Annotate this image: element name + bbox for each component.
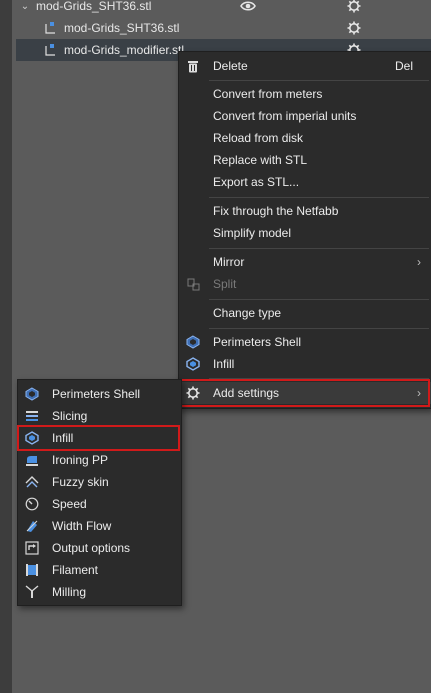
context-menu: Delete Del Convert from meters Convert f… [178,51,431,409]
menu-item-label: Reload from disk [213,131,304,145]
trash-icon [186,59,200,73]
menu-item-split: Split [179,273,431,295]
menu-separator [209,299,429,300]
submenu-item-infill[interactable]: Infill [18,427,181,449]
gear-icon[interactable] [346,0,362,14]
filament-icon [25,563,39,577]
menu-item-add-settings[interactable]: Add settings › [179,382,431,404]
menu-item-label: Filament [52,563,99,577]
menu-separator [209,197,429,198]
submenu-item-ironing-pp[interactable]: Ironing PP [18,449,181,471]
menu-item-change-type[interactable]: Change type [179,302,431,324]
menu-item-export-as-stl[interactable]: Export as STL... [179,171,431,193]
tree-row-object[interactable]: ⌄ mod-Grids_SHT36.stl [16,0,431,17]
menu-item-label: Milling [52,585,87,599]
speed-icon [25,497,39,511]
milling-icon [25,585,39,599]
menu-item-label: Infill [213,357,235,371]
part-icon [44,21,58,35]
tree-item-label: mod-Grids_modifier.stl [64,43,185,57]
gear-icon [186,386,200,400]
menu-item-infill[interactable]: Infill [179,353,431,375]
menu-item-label: Mirror [213,255,245,269]
menu-separator [209,248,429,249]
menu-item-simplify-model[interactable]: Simplify model [179,222,431,244]
shortcut-label: Del [394,59,413,73]
menu-item-label: Ironing PP [52,453,109,467]
output-options-icon [25,541,39,555]
menu-item-label: Fix through the Netfabb [213,204,339,218]
menu-item-label: Add settings [213,386,280,400]
split-icon [186,277,200,291]
menu-item-label: Convert from meters [213,87,323,101]
menu-item-perimeters-shell[interactable]: Perimeters Shell [179,331,431,353]
menu-item-label: Delete [213,59,248,73]
eye-icon[interactable] [240,0,256,14]
menu-item-label: Replace with STL [213,153,308,167]
menu-item-label: Export as STL... [213,175,300,189]
perimeters-icon [186,335,200,349]
submenu-item-perimeters-shell[interactable]: Perimeters Shell [18,383,181,405]
menu-item-label: Simplify model [213,226,292,240]
fuzzy-skin-icon [25,475,39,489]
menu-item-label: Slicing [52,409,88,423]
tree-row-part[interactable]: mod-Grids_SHT36.stl [16,17,431,39]
submenu-item-output-options[interactable]: Output options [18,537,181,559]
menu-item-delete[interactable]: Delete Del [179,55,431,77]
submenu-item-fuzzy-skin[interactable]: Fuzzy skin [18,471,181,493]
chevron-right-icon: › [417,255,421,269]
width-flow-icon [25,519,39,533]
menu-separator [209,378,429,379]
ironing-icon [25,453,39,467]
submenu-item-speed[interactable]: Speed [18,493,181,515]
add-settings-submenu: Perimeters Shell Slicing Infill Ironing … [17,379,182,606]
menu-item-reload-from-disk[interactable]: Reload from disk [179,127,431,149]
menu-item-mirror[interactable]: Mirror › [179,251,431,273]
submenu-item-filament[interactable]: Filament [18,559,181,581]
menu-item-label: Change type [213,306,282,320]
slicing-icon [25,409,39,423]
submenu-item-width-flow[interactable]: Width Flow [18,515,181,537]
menu-separator [209,328,429,329]
tree-item-label: mod-Grids_SHT36.stl [36,0,152,13]
infill-icon [186,357,200,371]
menu-item-label: Speed [52,497,87,511]
perimeters-icon [25,387,39,401]
infill-icon [25,431,39,445]
menu-item-label: Width Flow [52,519,112,533]
chevron-right-icon: › [417,386,421,400]
menu-item-label: Perimeters Shell [213,335,302,349]
menu-item-convert-from-meters[interactable]: Convert from meters [179,83,431,105]
menu-item-label: Output options [52,541,131,555]
menu-item-fix-netfabb[interactable]: Fix through the Netfabb [179,200,431,222]
submenu-item-milling[interactable]: Milling [18,581,181,603]
menu-item-label: Infill [52,431,74,445]
modifier-icon [44,43,58,57]
menu-item-label: Convert from imperial units [213,109,357,123]
chevron-down-icon[interactable]: ⌄ [20,1,30,12]
menu-item-label: Split [213,277,237,291]
submenu-item-slicing[interactable]: Slicing [18,405,181,427]
menu-item-label: Fuzzy skin [52,475,109,489]
menu-item-replace-with-stl[interactable]: Replace with STL [179,149,431,171]
menu-separator [209,80,429,81]
gear-icon[interactable] [346,20,362,36]
tree-item-label: mod-Grids_SHT36.stl [64,21,180,35]
menu-item-label: Perimeters Shell [52,387,141,401]
menu-item-convert-from-imperial[interactable]: Convert from imperial units [179,105,431,127]
